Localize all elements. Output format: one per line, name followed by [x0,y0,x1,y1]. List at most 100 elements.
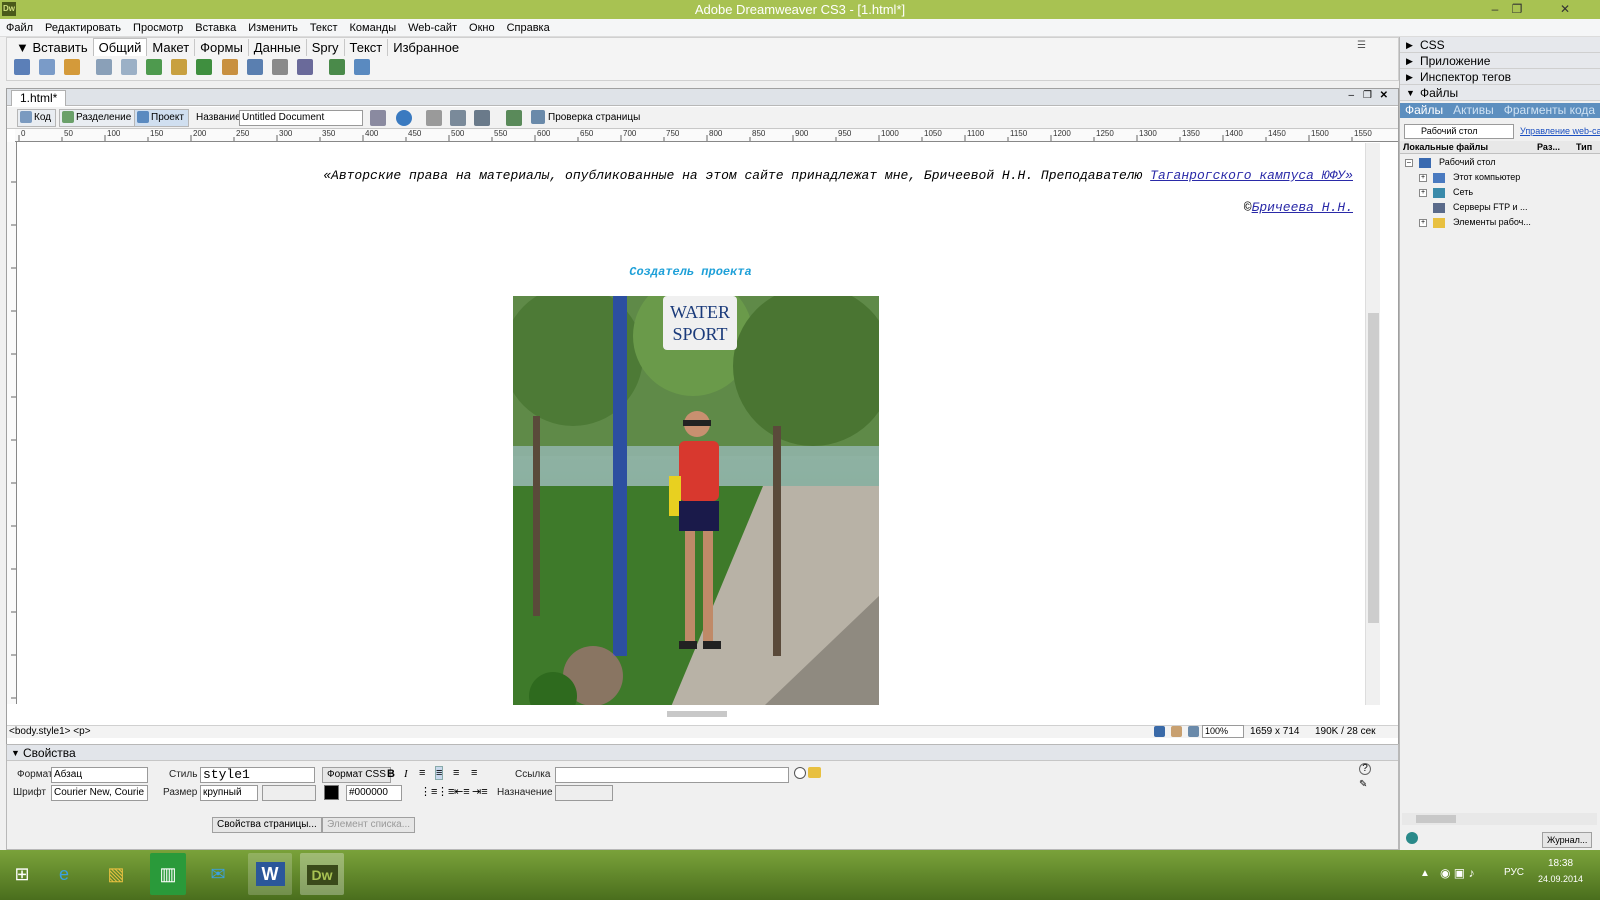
preview-browser-icon[interactable] [396,110,412,126]
doc-restore-icon[interactable]: ❐ [1363,90,1372,101]
tab-snippets[interactable]: Фрагменты кода [1499,103,1600,118]
campus-link[interactable]: Таганрогского кампуса ЮФУ» [1150,168,1353,183]
split-view-button[interactable]: Разделение [59,109,137,127]
menu-site[interactable]: Web-сайт [402,19,463,37]
script-icon[interactable] [296,59,313,75]
link-input[interactable] [555,767,789,783]
color-swatch[interactable] [324,785,339,800]
creator-photo[interactable]: WATER SPORT [513,296,879,705]
clock-time[interactable]: 18:38 [1548,858,1573,869]
bold-icon[interactable]: B [387,768,395,780]
files-hscrollbar[interactable] [1402,813,1597,825]
restore-icon[interactable]: ❐ [1506,0,1528,19]
scrollbar-thumb[interactable] [1368,313,1379,623]
internet-explorer-icon[interactable]: e [42,853,86,895]
align-right-icon[interactable]: ≡ [453,767,459,779]
site-select[interactable]: Рабочий стол [1404,124,1514,139]
start-icon[interactable]: ⊞ [0,853,44,895]
tab-common[interactable]: Общий [92,38,148,56]
visual-aids-icon[interactable] [474,110,490,126]
menu-edit[interactable]: Редактировать [39,19,127,37]
language-indicator[interactable]: РУС [1504,867,1524,878]
tree-item-network[interactable]: + Сеть [1419,185,1473,200]
files-panel-header[interactable]: ▼ Файлы [1400,85,1600,101]
tray-icons[interactable]: ◉ ▣ ♪ [1440,866,1474,880]
email-link-icon[interactable] [39,59,56,75]
comment-icon[interactable] [246,59,263,75]
color-input[interactable]: #000000 [346,785,402,801]
tab-forms[interactable]: Формы [195,39,249,56]
menu-file[interactable]: Файл [0,19,39,37]
col-type[interactable]: Тип [1576,141,1592,153]
refresh-icon[interactable] [426,110,442,126]
tab-favorites[interactable]: Избранное [388,39,464,56]
page-properties-button[interactable]: Свойства страницы... [212,817,322,833]
col-size[interactable]: Раз... [1537,141,1560,153]
view-options-icon[interactable] [450,110,466,126]
media-icon[interactable] [171,59,188,75]
tag-selector[interactable]: <body.style1> <p> [9,726,91,737]
browse-folder-icon[interactable] [808,767,821,778]
design-canvas[interactable]: «Авторские права на материалы, опубликов… [18,143,1363,705]
doc-minimize-icon[interactable]: – [1348,90,1354,101]
design-view-button[interactable]: Проект [134,109,189,127]
minimize-icon[interactable]: – [1484,0,1506,19]
panel-collapse-handle[interactable] [667,711,727,717]
journal-button[interactable]: Журнал... [1542,832,1593,848]
tree-item-desktop[interactable]: – Рабочий стол [1405,155,1496,170]
show-hidden-icon[interactable]: ▲ [1420,868,1430,879]
hscroll-thumb[interactable] [1416,815,1456,823]
div-icon[interactable] [121,59,138,75]
menu-view[interactable]: Просмотр [127,19,189,37]
date-icon[interactable] [196,59,213,75]
size-select[interactable]: крупный [200,785,258,801]
unordered-list-icon[interactable]: ⋮≡ [420,785,437,798]
doc-close-icon[interactable]: ✕ [1380,90,1388,101]
close-icon[interactable]: ✕ [1530,0,1600,19]
outdent-icon[interactable]: ⇤≡ [454,785,470,798]
vertical-scrollbar[interactable] [1365,143,1380,705]
tag-inspector-header[interactable]: ▶ Инспектор тегов [1400,69,1600,85]
hand-tool-icon[interactable] [1171,726,1182,737]
tree-item-desktop-items[interactable]: + Элементы рабоч... [1419,215,1531,230]
window-size[interactable]: 1659 x 714 [1250,726,1300,737]
format-select[interactable]: Абзац [51,767,148,783]
code-view-button[interactable]: Код [17,109,57,127]
tab-layout[interactable]: Макет [147,39,196,56]
quick-tag-icon[interactable]: ✎ [1359,779,1367,790]
tree-item-ftp[interactable]: Серверы FTP и ... [1433,200,1528,215]
file-management-icon[interactable] [370,110,386,126]
store-icon[interactable]: ▥ [150,853,186,895]
connect-icon[interactable] [1406,832,1418,844]
menu-window[interactable]: Окно [463,19,501,37]
server-include-icon[interactable] [221,59,238,75]
templates-icon[interactable] [328,59,345,75]
css-panel-header[interactable]: ▶ CSS [1400,37,1600,53]
document-tab[interactable]: 1.html* [11,90,67,106]
menu-modify[interactable]: Изменить [242,19,304,37]
indent-icon[interactable]: ⇥≡ [472,785,488,798]
insert-bar-label[interactable]: ▼ Вставить [11,39,93,56]
target-select[interactable] [555,785,613,801]
align-left-icon[interactable]: ≡ [419,767,425,779]
check-page-button[interactable]: Проверка страницы [528,110,640,126]
tab-data[interactable]: Данные [249,39,307,56]
app-icon[interactable]: Dw [2,2,16,16]
tab-files[interactable]: Файлы [1400,103,1449,118]
properties-title[interactable]: ▼ Свойства [7,745,1398,761]
mail-icon[interactable]: ✉ [196,853,240,895]
tab-text[interactable]: Текст [345,39,389,56]
menu-insert[interactable]: Вставка [189,19,242,37]
file-explorer-icon[interactable]: ▧ [94,853,138,895]
menu-text[interactable]: Текст [304,19,344,37]
css-format-button[interactable]: Формат CSS [322,767,391,783]
hyperlink-icon[interactable] [14,59,30,75]
table-icon[interactable] [96,59,113,75]
tree-item-computer[interactable]: + Этот компьютер [1419,170,1520,185]
validate-icon[interactable] [506,110,522,126]
font-select[interactable]: Courier New, Courie [51,785,148,801]
title-input[interactable]: Untitled Document [239,110,363,126]
ordered-list-icon[interactable]: ⋮≡ [437,785,454,798]
clock-date[interactable]: 24.09.2014 [1538,874,1583,884]
application-panel-header[interactable]: ▶ Приложение [1400,53,1600,69]
